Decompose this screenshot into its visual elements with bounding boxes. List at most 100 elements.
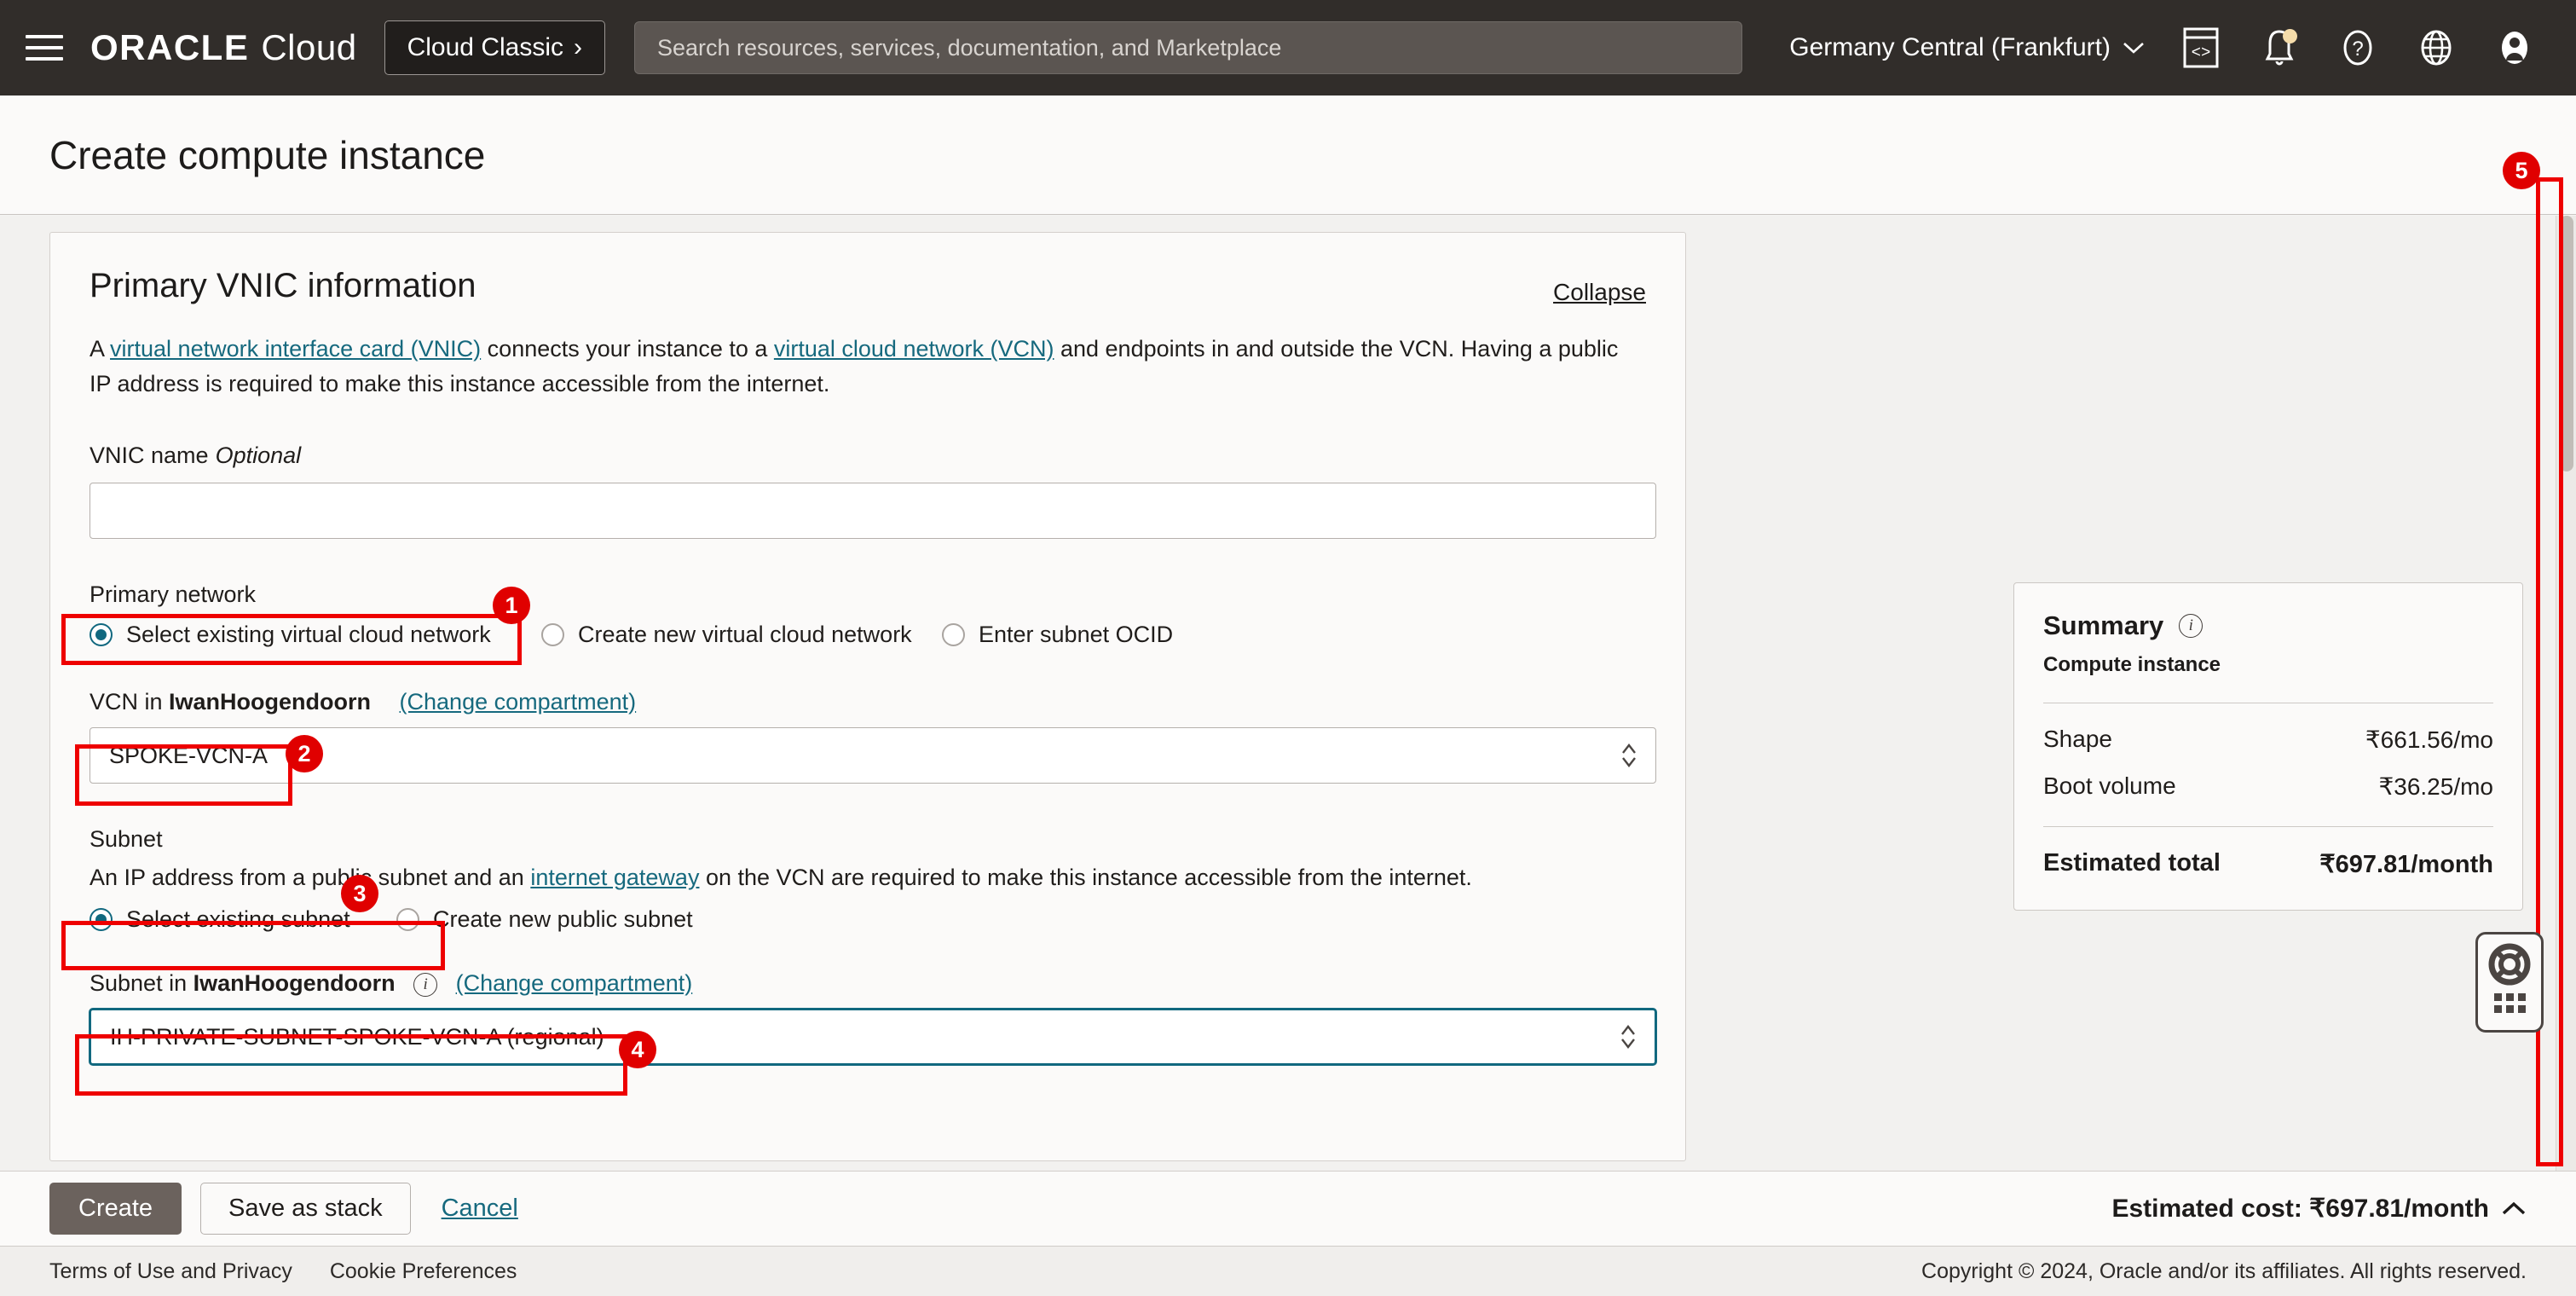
collapse-link[interactable]: Collapse bbox=[1553, 279, 1646, 306]
select-stepper-icon bbox=[1619, 1022, 1637, 1051]
search-placeholder: Search resources, services, documentatio… bbox=[657, 34, 1282, 61]
summary-row-label: Shape bbox=[2043, 726, 2112, 752]
subnet-label-prefix: Subnet in bbox=[90, 970, 193, 996]
vcn-doc-link[interactable]: virtual cloud network (VCN) bbox=[774, 336, 1054, 362]
brand-cloud-text: Cloud bbox=[261, 27, 357, 67]
vcn-label-prefix: VCN in bbox=[90, 689, 170, 715]
estimated-cost-toggle[interactable]: Estimated cost: ₹697.81/month bbox=[2111, 1194, 2527, 1224]
subnet-description: An IP address from a public subnet and a… bbox=[90, 865, 1646, 891]
primary-network-group: Primary network Select existing virtual … bbox=[90, 581, 1646, 648]
subnet-select-group: Subnet in IwanHoogendoorn i (Change comp… bbox=[90, 970, 1656, 1065]
page-footer: Terms of Use and Privacy Cookie Preferen… bbox=[0, 1246, 2576, 1296]
notifications-bell-icon[interactable] bbox=[2257, 26, 2302, 70]
info-icon[interactable]: i bbox=[413, 972, 438, 997]
vnic-name-label: VNIC name Optional bbox=[90, 443, 1646, 469]
vnic-name-input[interactable] bbox=[90, 483, 1656, 539]
vcn-label: VCN in IwanHoogendoorn (Change compartme… bbox=[90, 689, 1646, 715]
info-icon[interactable]: i bbox=[2179, 614, 2203, 638]
summary-row: Shape ₹661.56/mo bbox=[2043, 726, 2493, 754]
summary-row-value: ₹661.56/mo bbox=[2365, 726, 2493, 753]
radio-enter-subnet-ocid[interactable]: Enter subnet OCID bbox=[942, 622, 1173, 648]
page-title: Create compute instance bbox=[49, 132, 486, 177]
internet-gateway-link[interactable]: internet gateway bbox=[530, 865, 699, 890]
region-label: Germany Central (Frankfurt) bbox=[1789, 33, 2111, 61]
subnet-group-label: Subnet bbox=[90, 826, 163, 852]
estimated-cost-label: Estimated cost: ₹697.81/month bbox=[2111, 1195, 2489, 1223]
vnic-name-label-text: VNIC name bbox=[90, 443, 209, 468]
radio-label: Select existing subnet bbox=[126, 906, 350, 932]
vnic-doc-link[interactable]: virtual network interface card (VNIC) bbox=[110, 336, 481, 362]
radio-indicator bbox=[90, 623, 113, 646]
footer-links: Terms of Use and Privacy Cookie Preferen… bbox=[49, 1259, 517, 1284]
radio-select-existing-vcn[interactable]: Select existing virtual cloud network bbox=[90, 622, 541, 648]
select-stepper-icon bbox=[1620, 741, 1638, 770]
chevron-down-icon bbox=[2123, 43, 2144, 54]
cookie-preferences-link[interactable]: Cookie Preferences bbox=[330, 1259, 517, 1284]
radio-indicator bbox=[942, 623, 965, 646]
cloud-classic-button[interactable]: Cloud Classic › bbox=[384, 20, 605, 75]
create-button[interactable]: Create bbox=[49, 1183, 182, 1235]
radio-create-new-vcn[interactable]: Create new virtual cloud network bbox=[541, 622, 942, 648]
region-selector[interactable]: Germany Central (Frankfurt) bbox=[1789, 33, 2145, 62]
vcn-change-compartment-link[interactable]: (Change compartment) bbox=[400, 689, 637, 715]
radio-label: Create new public subnet bbox=[433, 906, 693, 932]
summary-subtitle: Compute instance bbox=[2043, 653, 2221, 676]
svg-text:<>: <> bbox=[2192, 43, 2211, 62]
panel-header: Primary VNIC information Collapse bbox=[90, 267, 1646, 306]
radio-indicator bbox=[90, 908, 113, 931]
summary-total-row: Estimated total ₹697.81/month bbox=[2043, 849, 2493, 879]
oracle-cloud-logo[interactable]: ORACLE Cloud bbox=[90, 27, 357, 68]
subnet-group: Subnet An IP address from a public subne… bbox=[90, 826, 1646, 933]
terms-of-use-link[interactable]: Terms of Use and Privacy bbox=[49, 1259, 292, 1284]
radio-indicator bbox=[541, 623, 564, 646]
language-globe-icon[interactable] bbox=[2414, 26, 2458, 70]
desc-mid: connects your instance to a bbox=[481, 336, 774, 362]
divider bbox=[2043, 826, 2493, 827]
vcn-select-group: VCN in IwanHoogendoorn (Change compartme… bbox=[90, 689, 1656, 784]
lifebuoy-support-icon bbox=[2488, 943, 2531, 986]
vertical-scrollbar[interactable] bbox=[2556, 216, 2576, 1171]
subnet-desc-suffix: on the VCN are required to make this ins… bbox=[699, 865, 1472, 890]
drag-handle-dots[interactable] bbox=[2493, 993, 2526, 1013]
subnet-selected-value: IH-PRIVATE-SUBNET-SPOKE-VCN-A (regional) bbox=[110, 1023, 604, 1050]
summary-row-label: Boot volume bbox=[2043, 772, 2176, 799]
summary-title: Summary bbox=[2043, 610, 2164, 640]
vnic-name-optional-text: Optional bbox=[215, 443, 302, 468]
top-nav-right-cluster: Germany Central (Frankfurt) <> ? bbox=[1789, 26, 2550, 70]
desc-prefix: A bbox=[90, 336, 111, 362]
summary-row-value: ₹36.25/mo bbox=[2378, 773, 2493, 800]
page-header: Create compute instance bbox=[0, 95, 2576, 215]
hamburger-menu-icon[interactable] bbox=[26, 31, 70, 65]
subnet-radio-group: Select existing subnet Create new public… bbox=[90, 906, 1646, 933]
help-support-widget[interactable] bbox=[2475, 932, 2544, 1033]
cloud-shell-icon[interactable]: <> bbox=[2179, 26, 2223, 70]
chevron-up-icon bbox=[2502, 1201, 2526, 1214]
radio-label: Create new virtual cloud network bbox=[578, 622, 912, 647]
vcn-selected-value: SPOKE-VCN-A bbox=[109, 742, 269, 768]
chevron-right-icon: › bbox=[574, 33, 582, 61]
help-question-icon[interactable]: ? bbox=[2336, 26, 2380, 70]
primary-vnic-information-panel: Primary VNIC information Collapse A virt… bbox=[49, 232, 1686, 1161]
save-as-stack-button[interactable]: Save as stack bbox=[200, 1183, 411, 1235]
user-avatar-icon[interactable] bbox=[2492, 26, 2537, 70]
svg-text:?: ? bbox=[2352, 38, 2363, 61]
summary-total-label: Estimated total bbox=[2043, 849, 2221, 877]
vcn-compartment-name: IwanHoogendoorn bbox=[169, 689, 372, 715]
subnet-select[interactable]: IH-PRIVATE-SUBNET-SPOKE-VCN-A (regional) bbox=[90, 1009, 1656, 1065]
radio-select-existing-subnet[interactable]: Select existing subnet bbox=[90, 906, 396, 933]
top-navigation-bar: ORACLE Cloud Cloud Classic › Search reso… bbox=[0, 0, 2576, 95]
subnet-change-compartment-link[interactable]: (Change compartment) bbox=[456, 970, 693, 996]
radio-create-new-public-subnet[interactable]: Create new public subnet bbox=[396, 906, 693, 933]
notification-badge-dot bbox=[2283, 29, 2297, 43]
action-bar: Create Save as stack Cancel Estimated co… bbox=[0, 1171, 2576, 1246]
vnic-name-field-group: VNIC name Optional bbox=[90, 443, 1656, 539]
primary-network-label: Primary network bbox=[90, 581, 257, 607]
cancel-link[interactable]: Cancel bbox=[442, 1195, 518, 1223]
summary-row: Boot volume ₹36.25/mo bbox=[2043, 772, 2493, 801]
radio-label: Enter subnet OCID bbox=[979, 622, 1174, 647]
cloud-classic-label: Cloud Classic bbox=[407, 33, 563, 61]
panel-title: Primary VNIC information bbox=[90, 267, 477, 304]
search-input[interactable]: Search resources, services, documentatio… bbox=[634, 21, 1742, 74]
vcn-select[interactable]: SPOKE-VCN-A bbox=[90, 727, 1656, 784]
scrollbar-thumb[interactable] bbox=[2560, 216, 2573, 472]
